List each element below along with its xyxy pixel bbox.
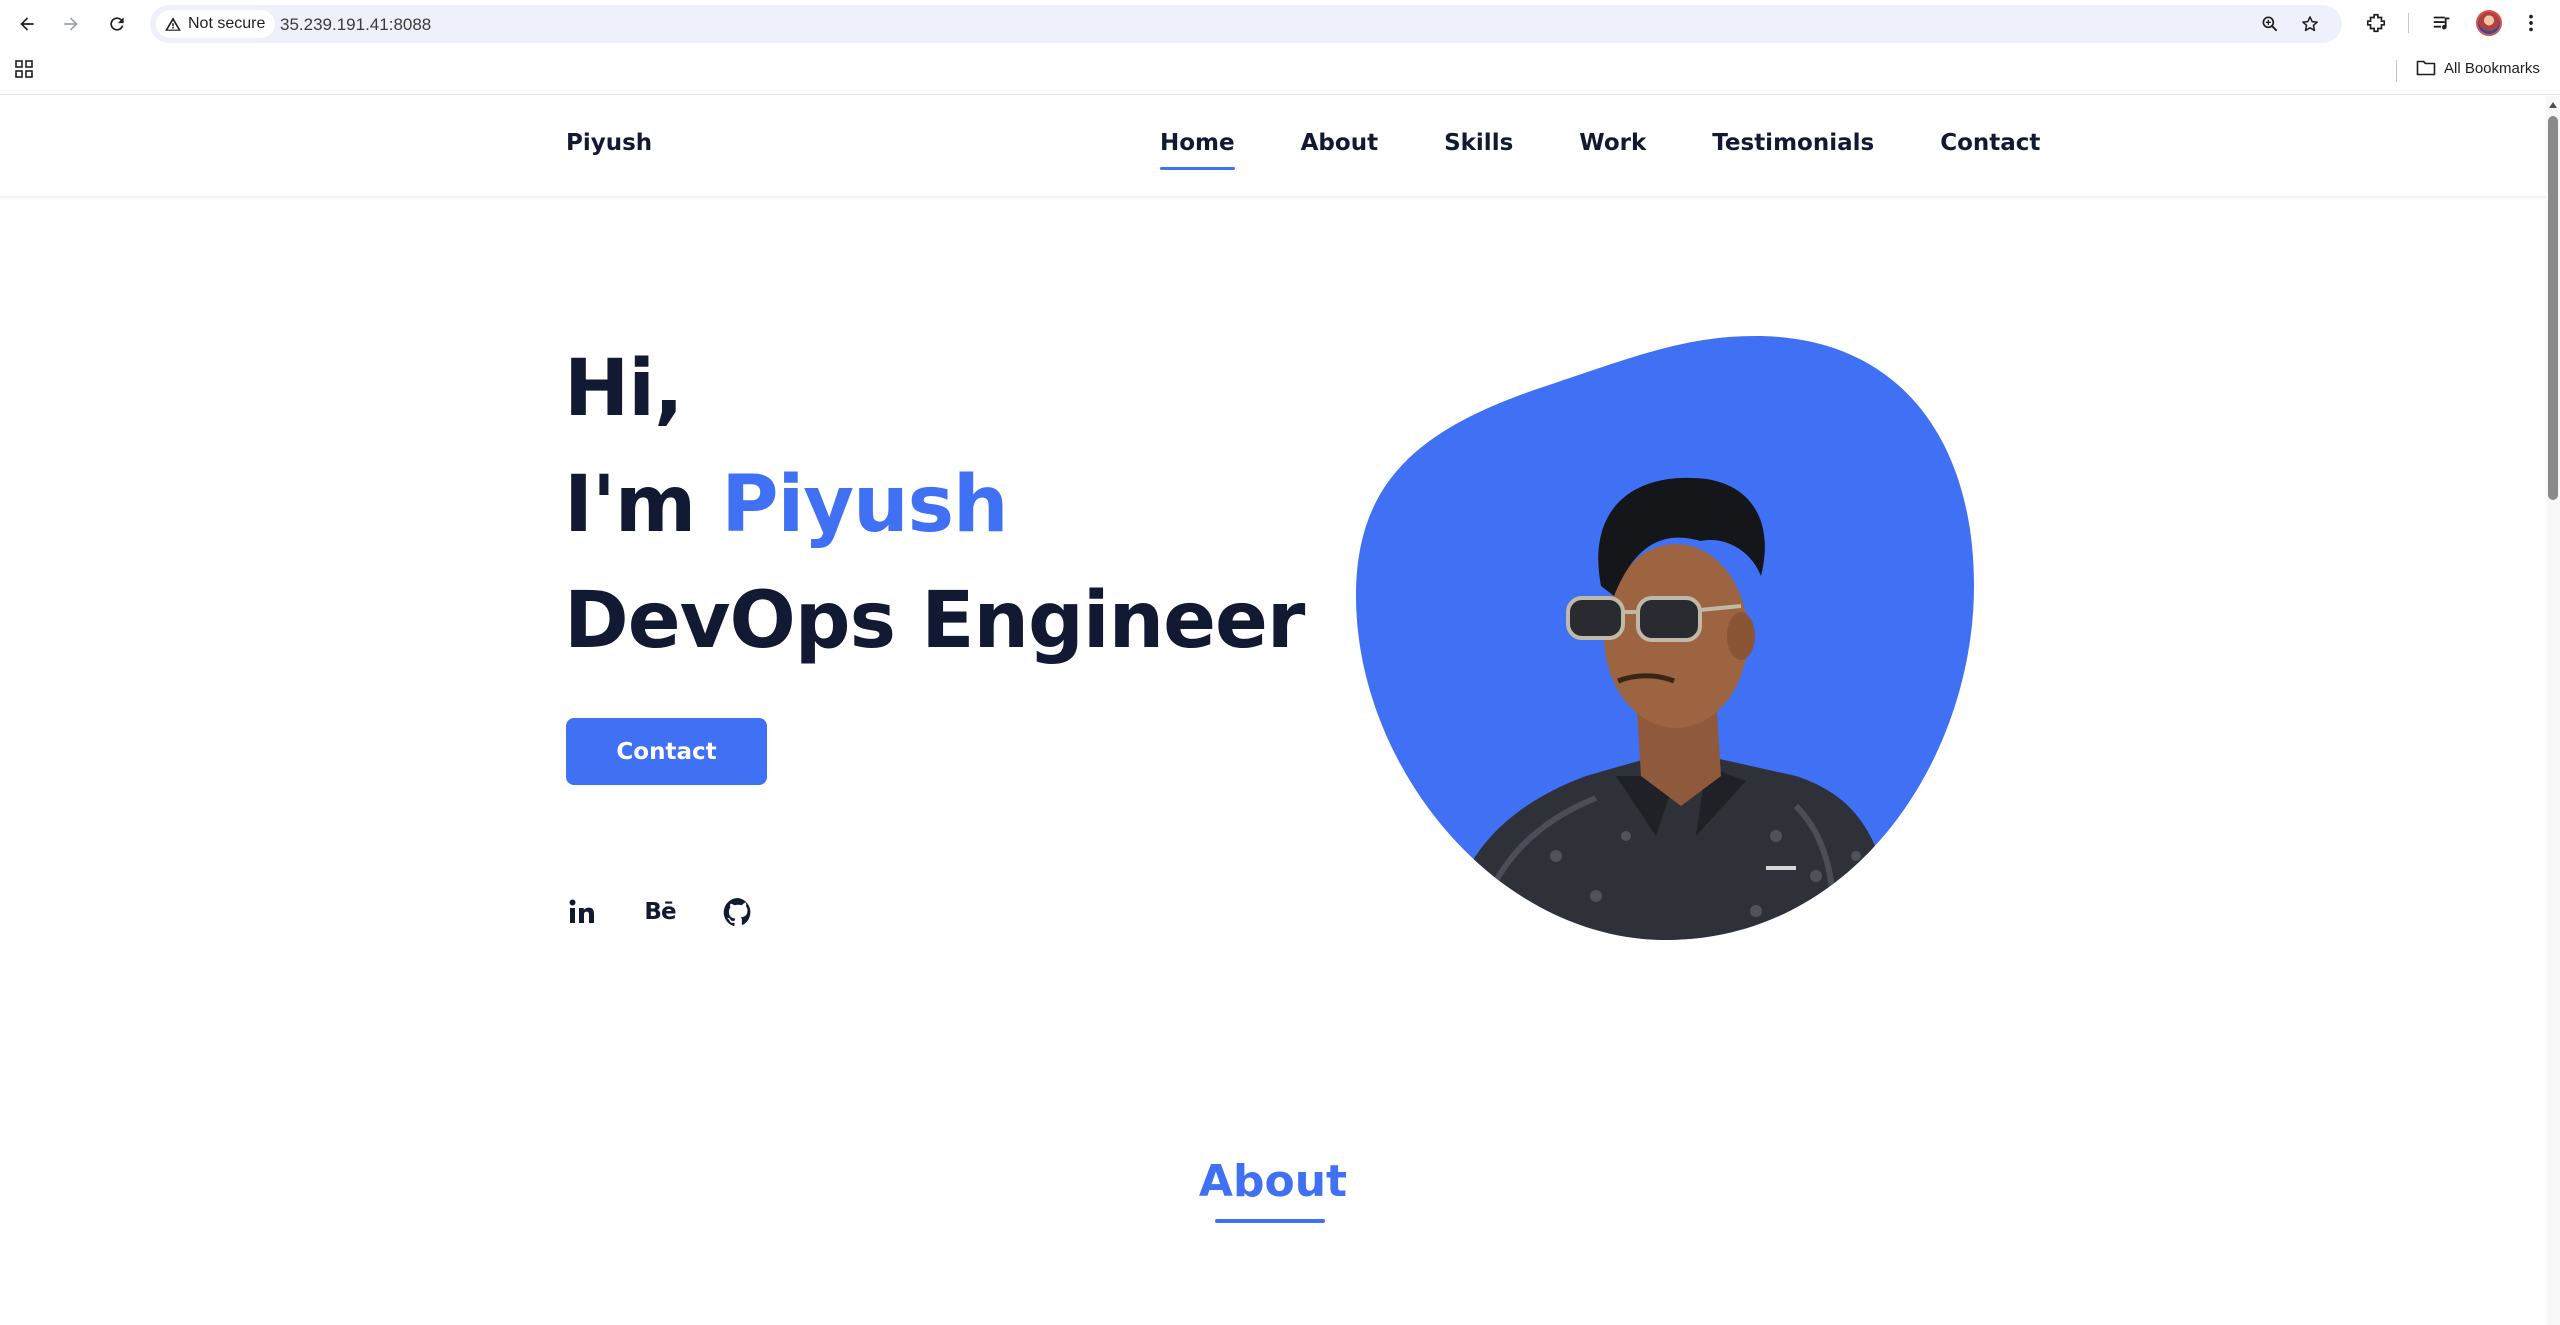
hero-image-blob xyxy=(1356,336,1974,940)
nav-testimonials[interactable]: Testimonials xyxy=(1712,130,1874,156)
github-link[interactable] xyxy=(722,896,754,928)
hero-role: DevOps Engineer xyxy=(564,576,1305,666)
page-viewport: Piyush Home About Skills Work Testimonia… xyxy=(0,96,2560,1325)
toolbar-divider xyxy=(2408,13,2409,33)
warning-icon xyxy=(165,17,181,31)
hero-heading: Hi, I'm Piyush DevOps Engineer xyxy=(564,331,1305,679)
url-text[interactable]: 35.239.191.41:8088 xyxy=(280,15,431,35)
extensions-icon[interactable] xyxy=(2365,12,2387,34)
arrow-right-icon xyxy=(64,17,78,31)
all-bookmarks-button[interactable]: All Bookmarks xyxy=(2416,59,2540,77)
security-chip[interactable]: Not secure xyxy=(156,10,276,38)
scroll-thumb[interactable] xyxy=(2548,116,2558,500)
linkedin-icon xyxy=(569,899,594,923)
arrow-left-icon xyxy=(20,17,34,31)
about-heading: About xyxy=(1198,1156,1348,1207)
more-menu-icon[interactable] xyxy=(2520,12,2542,34)
profile-avatar[interactable] xyxy=(2476,10,2502,36)
back-button[interactable] xyxy=(13,10,41,38)
apps-grid-icon[interactable] xyxy=(14,59,34,79)
bookmarks-divider xyxy=(2396,60,2397,82)
zoom-icon[interactable] xyxy=(2260,14,2280,34)
github-icon xyxy=(723,898,751,927)
nav-work[interactable]: Work xyxy=(1579,130,1646,156)
behance-link[interactable]: Bē xyxy=(644,896,676,928)
nav-home[interactable]: Home xyxy=(1160,130,1235,170)
behance-icon: Bē xyxy=(644,899,676,925)
security-label: Not secure xyxy=(188,15,266,32)
browser-toolbar: Not secure 35.239.191.41:8088 xyxy=(0,0,2560,47)
scroll-up-icon[interactable] xyxy=(2549,102,2557,108)
nav-skills[interactable]: Skills xyxy=(1444,130,1513,156)
hero-name: Piyush xyxy=(721,460,1008,550)
nav-contact[interactable]: Contact xyxy=(1940,130,2040,156)
reload-button[interactable] xyxy=(103,10,131,38)
hero-intro-prefix: I'm xyxy=(564,460,722,550)
forward-button[interactable] xyxy=(57,10,85,38)
hero-intro: I'm Piyush xyxy=(564,447,1304,563)
page-scrollbar[interactable] xyxy=(2546,96,2560,1325)
social-links: Bē xyxy=(566,896,754,928)
media-control-icon[interactable] xyxy=(2431,12,2453,34)
address-bar[interactable]: Not secure 35.239.191.41:8088 xyxy=(150,5,2342,43)
site-header: Piyush Home About Skills Work Testimonia… xyxy=(0,96,2546,197)
hero-greeting: Hi, xyxy=(564,344,684,434)
nav-about[interactable]: About xyxy=(1301,130,1378,156)
main-nav: Home About Skills Work Testimonials Cont… xyxy=(1160,130,2040,170)
reload-icon xyxy=(110,17,124,31)
about-heading-underline xyxy=(1215,1219,1325,1223)
bookmark-star-icon[interactable] xyxy=(2300,14,2320,34)
linkedin-link[interactable] xyxy=(566,896,598,928)
all-bookmarks-label: All Bookmarks xyxy=(2444,59,2540,77)
contact-button[interactable]: Contact xyxy=(566,718,767,785)
profile-photo xyxy=(1356,336,1974,940)
folder-icon xyxy=(2416,60,2436,76)
site-logo[interactable]: Piyush xyxy=(566,130,652,156)
bookmarks-bar: All Bookmarks xyxy=(0,47,2560,95)
